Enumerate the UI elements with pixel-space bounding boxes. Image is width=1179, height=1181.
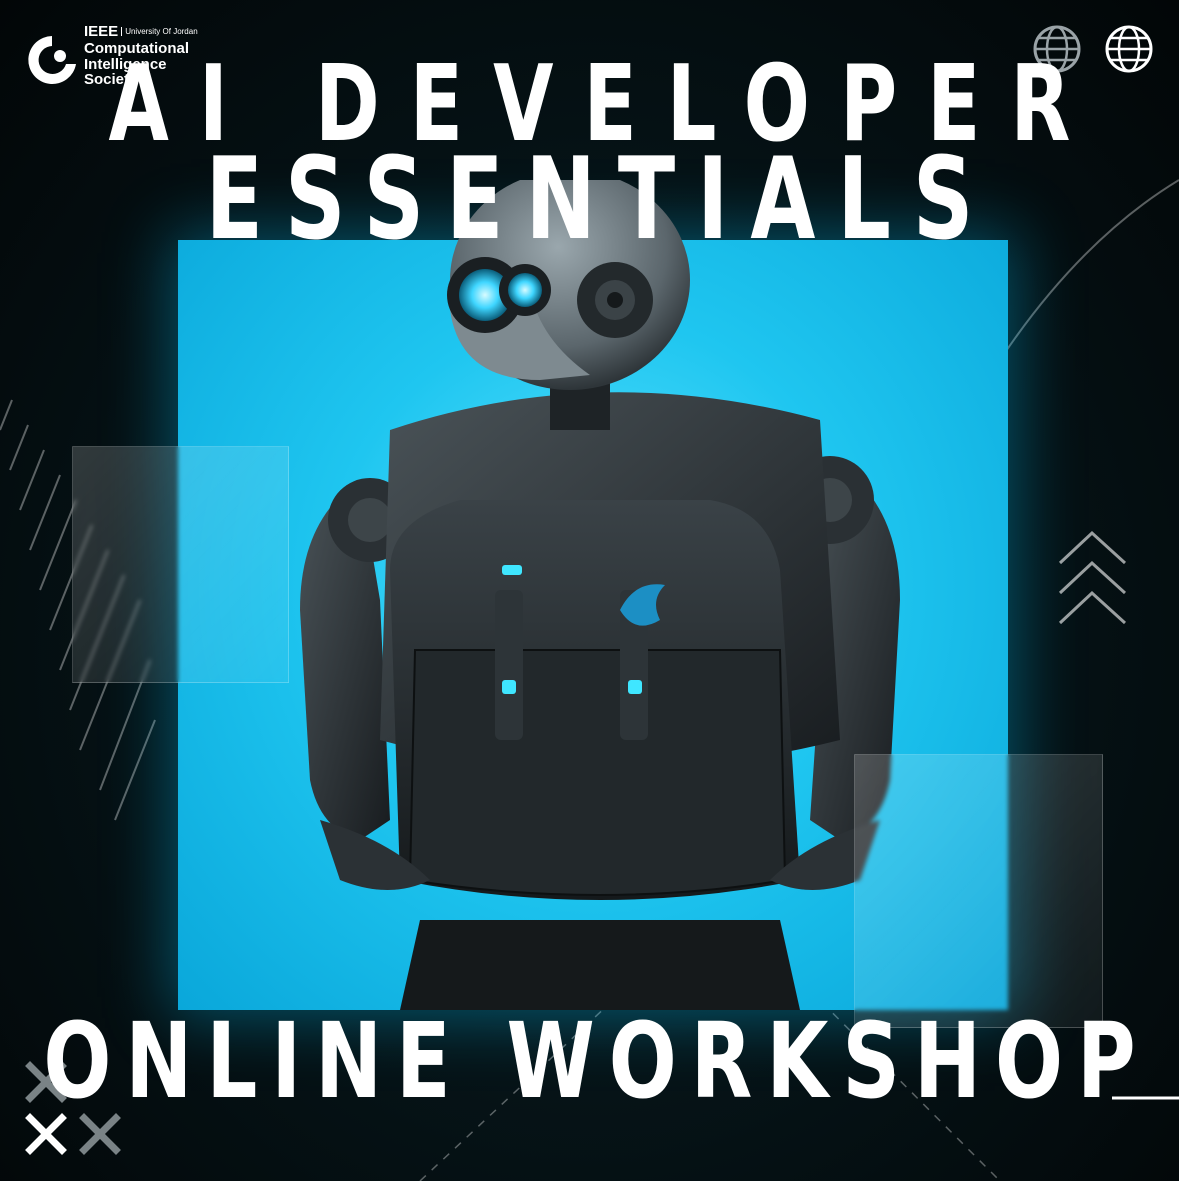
glass-panel-left	[72, 446, 289, 683]
logo-university: University Of Jordan	[121, 26, 198, 36]
glass-panel-right	[854, 754, 1103, 1028]
headline-line2: ESSENTIALS	[205, 132, 996, 265]
footer-label: ONLINE WORKSHOP	[43, 1000, 1150, 1122]
logo-org: IEEE	[84, 23, 119, 40]
robot-illustration	[300, 180, 900, 1010]
chevron-up-icon	[1058, 530, 1127, 625]
